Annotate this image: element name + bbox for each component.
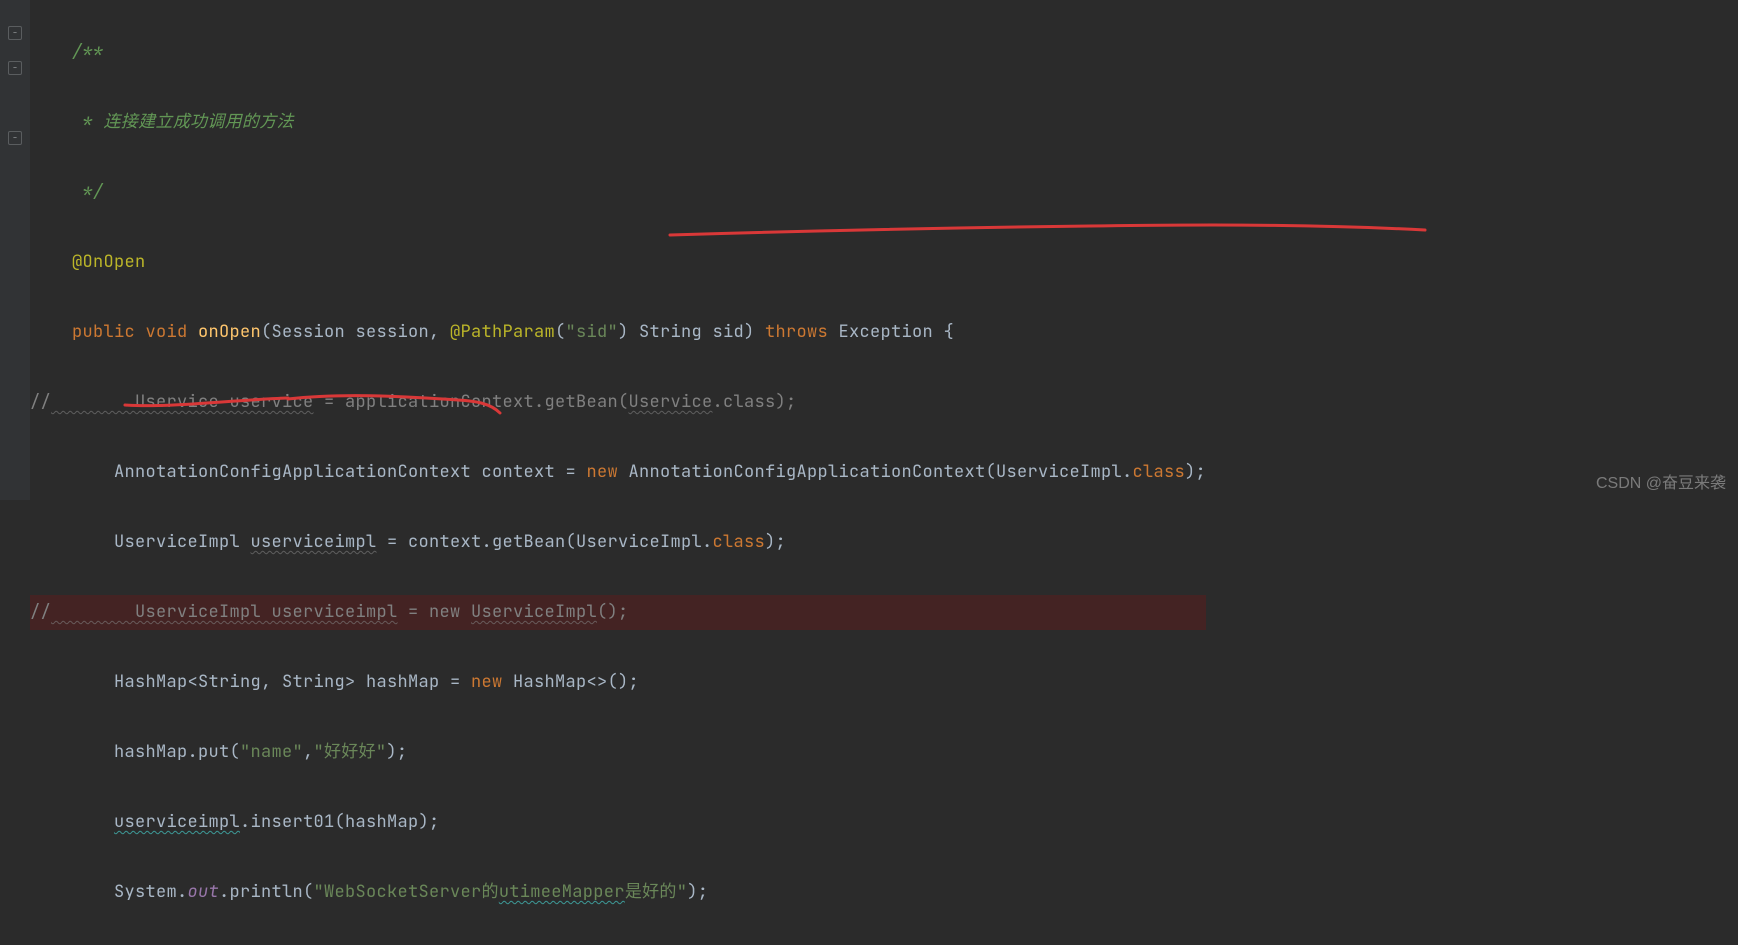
watermark-text: CSDN @奋豆来袭 — [1596, 476, 1726, 492]
comment-text: userviceimpl — [261, 601, 398, 623]
code-line: System.out.println("WebSocketServer的utim… — [30, 875, 1206, 910]
code-text: (Session session, — [261, 321, 450, 343]
string-literal: 是好的" — [625, 881, 687, 903]
code-text: .insert01(hashMap); — [240, 811, 440, 833]
string-literal: utimeeMapper — [499, 881, 625, 903]
keyword: throws — [765, 321, 828, 343]
comment-text: */ — [30, 181, 104, 203]
string-literal: "name" — [240, 741, 303, 763]
code-line: HashMap<String, String> hashMap = new Ha… — [30, 665, 1206, 700]
code-text: , — [303, 741, 314, 763]
comment-text: Uservice — [629, 391, 713, 413]
comment-text: // — [30, 601, 51, 623]
comment-text: = new — [398, 601, 472, 623]
code-text: ( — [555, 321, 566, 343]
variable: userviceimpl — [251, 531, 377, 553]
code-text: ) String sid) — [618, 321, 765, 343]
code-text: ); — [765, 531, 786, 553]
static-field: out — [188, 881, 220, 903]
code-text: AnnotationConfigApplicationContext conte… — [30, 461, 587, 483]
method-name: onOpen — [188, 321, 262, 343]
code-text: UserviceImpl — [30, 531, 251, 553]
code-editor[interactable]: /** * 连接建立成功调用的方法 */ @OnOpen public void… — [30, 0, 1206, 945]
code-text: .println( — [219, 881, 314, 903]
comment-text: .class); — [713, 391, 797, 413]
string-literal: "WebSocketServer的 — [314, 881, 499, 903]
code-text: ); — [687, 881, 708, 903]
comment-text: = applicationContext.getBean( — [314, 391, 629, 413]
code-line: // Uservice uservice = applicationContex… — [30, 385, 1206, 420]
code-line: hashMap.put("name","好好好"); — [30, 735, 1206, 770]
keyword: class — [1133, 461, 1186, 483]
code-text: Exception { — [828, 321, 954, 343]
comment-text: Uservice — [51, 391, 219, 413]
string-literal: "sid" — [566, 321, 619, 343]
string-literal: "好好好" — [314, 741, 387, 763]
fold-icon[interactable]: − — [8, 26, 22, 40]
fold-icon[interactable]: − — [8, 131, 22, 145]
editor-gutter: − − − — [0, 0, 30, 500]
code-text — [30, 811, 114, 833]
comment-text: UserviceImpl — [471, 601, 597, 623]
comment-text: (); — [597, 601, 629, 623]
code-text: AnnotationConfigApplicationContext(Userv… — [618, 461, 1133, 483]
code-text: HashMap<String, String> hashMap = — [30, 671, 471, 693]
comment-text: /** — [30, 41, 104, 63]
code-line-error: // UserviceImpl userviceimpl = new Userv… — [30, 595, 1206, 630]
code-text: = context.getBean(UserviceImpl. — [377, 531, 713, 553]
comment-text: 连接建立成功调用的方法 — [104, 111, 294, 133]
code-line: @OnOpen — [30, 245, 1206, 280]
keyword: new — [587, 461, 619, 483]
code-line: UserviceImpl userviceimpl = context.getB… — [30, 525, 1206, 560]
code-line: /** — [30, 35, 1206, 70]
code-text: System. — [30, 881, 188, 903]
code-text: ); — [1185, 461, 1206, 483]
comment-text: UserviceImpl — [51, 601, 261, 623]
code-line: */ — [30, 175, 1206, 210]
code-line: * 连接建立成功调用的方法 — [30, 105, 1206, 140]
annotation: @OnOpen — [30, 251, 146, 273]
comment-text: uservice — [219, 391, 314, 413]
keyword: public — [30, 321, 135, 343]
comment-text: * — [30, 111, 104, 133]
code-line: public void onOpen(Session session, @Pat… — [30, 315, 1206, 350]
variable: userviceimpl — [114, 811, 240, 833]
code-text: hashMap.put( — [30, 741, 240, 763]
fold-icon[interactable]: − — [8, 61, 22, 75]
code-text: HashMap<>(); — [503, 671, 640, 693]
keyword: class — [713, 531, 766, 553]
annotation: @PathParam — [450, 321, 555, 343]
keyword: new — [471, 671, 503, 693]
code-line: userviceimpl.insert01(hashMap); — [30, 805, 1206, 840]
code-line: AnnotationConfigApplicationContext conte… — [30, 455, 1206, 490]
comment-text: // — [30, 391, 51, 413]
code-text: ); — [386, 741, 407, 763]
keyword: void — [135, 321, 188, 343]
